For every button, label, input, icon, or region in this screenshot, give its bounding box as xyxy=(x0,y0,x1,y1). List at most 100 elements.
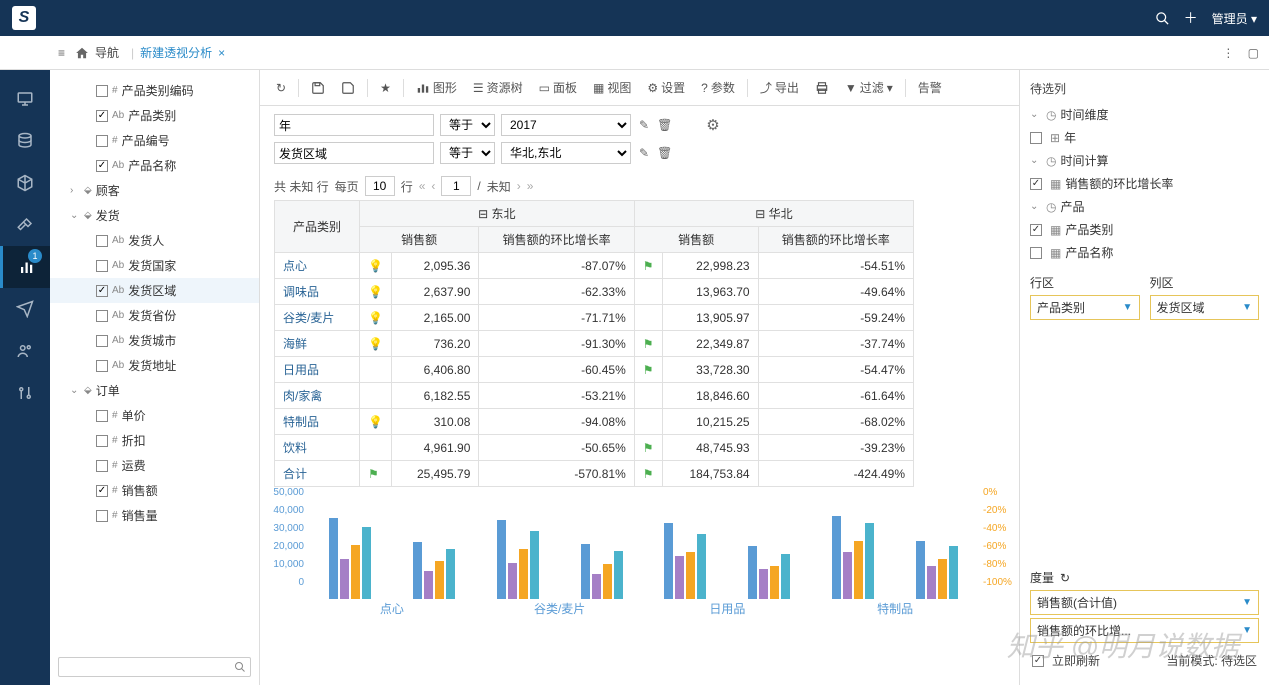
right-tree-item[interactable]: ⌄◷时间计算 xyxy=(1030,149,1259,172)
close-tab-icon[interactable]: × xyxy=(218,46,225,60)
edit-icon[interactable]: ✎ xyxy=(639,146,649,160)
tree-item[interactable]: Ab发货区域 xyxy=(50,278,259,303)
col-zone-title: 列区 xyxy=(1150,274,1260,291)
pager-page-input[interactable] xyxy=(441,176,471,196)
pager-last-icon[interactable]: » xyxy=(527,179,534,193)
tree-item[interactable]: Ab发货省份 xyxy=(50,303,259,328)
table-row: 合计⚑25,495.79-570.81%⚑184,753.84-424.49% xyxy=(275,461,914,487)
table-row: 点心💡2,095.36-87.07%⚑22,998.23-54.51% xyxy=(275,253,914,279)
filter-area: 等于 2017 ✎ 🗑 ⚙ 等于 华北,东北 ✎ 🗑 xyxy=(260,106,1019,172)
table-row: 海鲜💡736.20-91.30%⚑22,349.87-37.74% xyxy=(275,331,914,357)
save-button[interactable] xyxy=(305,78,331,98)
logo: S xyxy=(12,6,36,30)
tree-item[interactable]: #销售额 xyxy=(50,478,259,503)
tree-item[interactable]: #折扣 xyxy=(50,428,259,453)
tree-item[interactable]: #单价 xyxy=(50,403,259,428)
table-row: 肉/家禽6,182.55-53.21%18,846.60-61.64% xyxy=(275,383,914,409)
pager-next-icon[interactable]: › xyxy=(517,179,521,193)
nav-link[interactable]: 导航 xyxy=(95,44,119,61)
params-button[interactable]: ?参数 xyxy=(695,76,741,99)
right-tree-item[interactable]: ▦产品类别 xyxy=(1030,218,1259,241)
resource-tree-button[interactable]: ☰资源树 xyxy=(467,76,529,99)
menu-icon[interactable]: ≡ xyxy=(58,46,65,60)
tree-item[interactable]: #运费 xyxy=(50,453,259,478)
row-zone-select[interactable]: 产品类别▼ xyxy=(1030,295,1140,320)
search-icon[interactable] xyxy=(234,661,246,673)
sidebar-send-icon[interactable] xyxy=(0,288,50,330)
tree-item[interactable]: Ab发货人 xyxy=(50,228,259,253)
filter1-value[interactable]: 2017 xyxy=(501,114,631,136)
view-button[interactable]: ▦视图 xyxy=(587,76,637,99)
region-header-1[interactable]: ⊟ 东北 xyxy=(359,201,634,227)
sidebar-db-icon[interactable] xyxy=(0,120,50,162)
expand-icon[interactable]: ▢ xyxy=(1248,46,1259,60)
auto-refresh-checkbox[interactable] xyxy=(1032,655,1044,667)
right-tree-item[interactable]: ▦产品名称 xyxy=(1030,241,1259,264)
tree-item[interactable]: #产品类别编码 xyxy=(50,78,259,103)
pager-prev-icon[interactable]: ‹ xyxy=(431,179,435,193)
print-button[interactable] xyxy=(809,78,835,98)
active-tab[interactable]: 新建透视分析 xyxy=(140,44,212,61)
more-icon[interactable]: ⋮ xyxy=(1222,46,1234,60)
star-button[interactable]: ★ xyxy=(374,78,397,98)
tree-search-input[interactable] xyxy=(63,660,234,674)
tree-item[interactable]: Ab发货城市 xyxy=(50,328,259,353)
tree-item[interactable]: Ab发货国家 xyxy=(50,253,259,278)
sidebar-hammer-icon[interactable] xyxy=(0,204,50,246)
filter2-field[interactable] xyxy=(274,142,434,164)
plus-icon[interactable]: ＋ xyxy=(1184,8,1198,28)
table-rowhead: 产品类别 xyxy=(275,201,360,253)
sidebar-monitor-icon[interactable] xyxy=(0,78,50,120)
export-button[interactable]: ⤴导出 xyxy=(754,76,805,99)
main-area: ↻ ★ 图形 ☰资源树 ▭面板 ▦视图 ⚙设置 ?参数 ⤴导出 ▼过滤 ▾ 告警… xyxy=(260,70,1019,685)
tree-item[interactable]: ›⬙顾客 xyxy=(50,178,259,203)
pending-cols-title: 待选列 xyxy=(1030,80,1259,97)
sidebar-cube-icon[interactable] xyxy=(0,162,50,204)
chart: 50,00040,00030,00020,00010,0000 0%-20%-4… xyxy=(260,487,1019,617)
tab-bar: ≡ 导航 | 新建透视分析 × ⋮ ▢ xyxy=(0,36,1269,70)
field-tree-panel: #产品类别编码Ab产品类别#产品编号Ab产品名称›⬙顾客⌄⬙发货Ab发货人Ab发… xyxy=(50,70,260,685)
tree-item[interactable]: Ab发货地址 xyxy=(50,353,259,378)
delete-icon[interactable]: 🗑 xyxy=(657,146,672,160)
right-tree-item[interactable]: ⌄◷时间维度 xyxy=(1030,103,1259,126)
tree-item[interactable]: #销售量 xyxy=(50,503,259,528)
right-tree-item[interactable]: ▦销售额的环比增长率 xyxy=(1030,172,1259,195)
edit-icon[interactable]: ✎ xyxy=(639,118,649,132)
sidebar-tools-icon[interactable] xyxy=(0,372,50,414)
alert-button[interactable]: 告警 xyxy=(912,76,948,99)
tree-search[interactable] xyxy=(58,657,251,677)
col-zone-select[interactable]: 发货区域▼ xyxy=(1150,295,1260,320)
measure-item[interactable]: 销售额(合计值)▼ xyxy=(1030,590,1259,615)
filter2-value[interactable]: 华北,东北 xyxy=(501,142,631,164)
tree-item[interactable]: Ab产品类别 xyxy=(50,103,259,128)
graph-button[interactable]: 图形 xyxy=(410,76,463,99)
right-panel: 待选列 ⌄◷时间维度⊞年⌄◷时间计算▦销售额的环比增长率⌄◷产品▦产品类别▦产品… xyxy=(1019,70,1269,685)
region-header-2[interactable]: ⊟ 华北 xyxy=(634,201,913,227)
pager-first-icon[interactable]: « xyxy=(419,179,426,193)
refresh-icon[interactable]: ↻ xyxy=(1060,571,1070,585)
filter1-op[interactable]: 等于 xyxy=(440,114,495,136)
delete-icon[interactable]: 🗑 xyxy=(657,118,672,132)
tree-item[interactable]: ⌄⬙订单 xyxy=(50,378,259,403)
pager-perpage-input[interactable] xyxy=(365,176,395,196)
filter1-field[interactable] xyxy=(274,114,434,136)
sidebar-users-icon[interactable] xyxy=(0,330,50,372)
saveas-button[interactable] xyxy=(335,78,361,98)
home-icon[interactable] xyxy=(75,46,89,60)
filter2-op[interactable]: 等于 xyxy=(440,142,495,164)
settings-button[interactable]: ⚙设置 xyxy=(641,76,691,99)
table-row: 特制品💡310.08-94.08%10,215.25-68.02% xyxy=(275,409,914,435)
sidebar-chart-icon[interactable]: 1 xyxy=(0,246,50,288)
panel-button[interactable]: ▭面板 xyxy=(533,76,583,99)
admin-menu[interactable]: 管理员 ▾ xyxy=(1212,10,1257,27)
tree-item[interactable]: #产品编号 xyxy=(50,128,259,153)
search-icon[interactable] xyxy=(1155,11,1170,26)
gear-icon[interactable]: ⚙ xyxy=(706,116,719,134)
right-tree-item[interactable]: ⌄◷产品 xyxy=(1030,195,1259,218)
filter-button[interactable]: ▼过滤 ▾ xyxy=(839,76,899,99)
tree-item[interactable]: ⌄⬙发货 xyxy=(50,203,259,228)
measure-item[interactable]: 销售额的环比增...▼ xyxy=(1030,618,1259,643)
refresh-button[interactable]: ↻ xyxy=(270,78,292,98)
tree-item[interactable]: Ab产品名称 xyxy=(50,153,259,178)
right-tree-item[interactable]: ⊞年 xyxy=(1030,126,1259,149)
